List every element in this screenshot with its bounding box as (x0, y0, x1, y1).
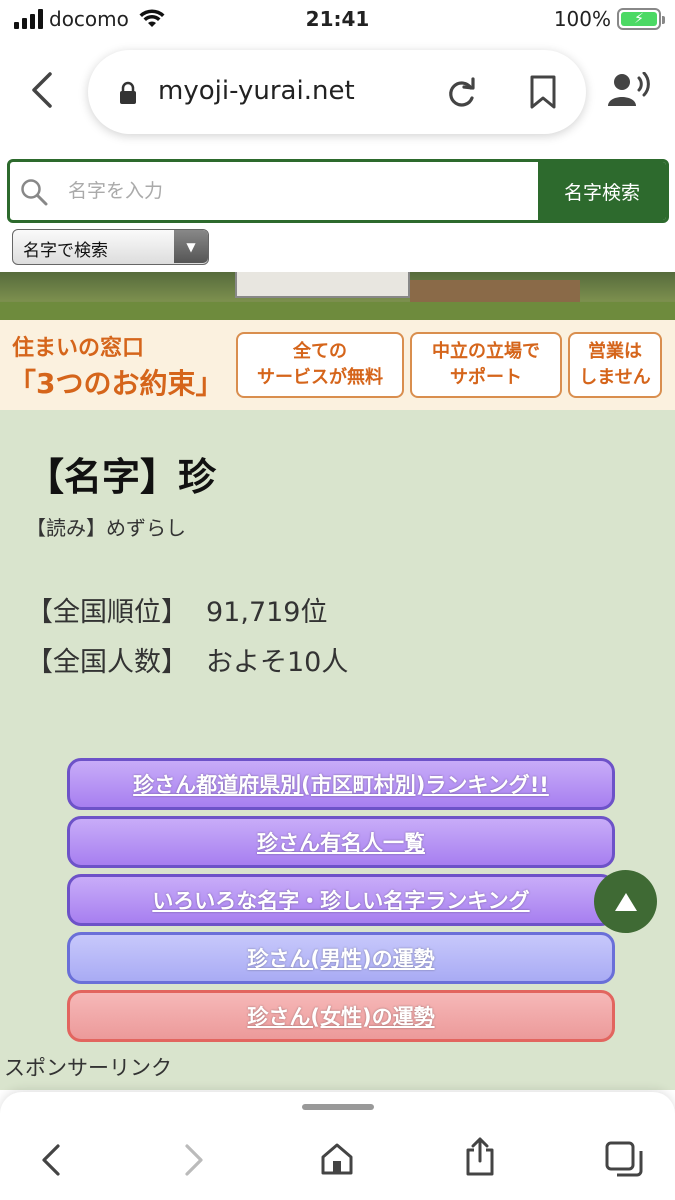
rank-value: 91,719位 (206, 597, 328, 628)
link-male-fortune[interactable]: 珍さん(男性)の運勢 (67, 932, 615, 984)
count-value: およそ10人 (206, 647, 349, 678)
national-count: 【全国人数】 およそ10人 (26, 640, 348, 679)
ad-box-text: 中立の立場で (432, 341, 540, 362)
url-text: myoji-yurai.net (158, 76, 355, 106)
triangle-up-icon (614, 892, 637, 911)
link-rare-name-ranking[interactable]: いろいろな名字・珍しい名字ランキング (67, 874, 615, 926)
link-famous-people[interactable]: 珍さん有名人一覧 (67, 816, 615, 868)
status-bar: docomo 21:41 100% ⚡ (0, 0, 675, 40)
home-icon[interactable] (320, 1142, 354, 1176)
surname-title: 【名字】珍 (26, 455, 217, 499)
scroll-to-top-button[interactable] (594, 870, 657, 933)
link-prefecture-ranking[interactable]: 珍さん都道府県別(市区町村別)ランキング!! (67, 758, 615, 810)
ad-box-text: サポート (450, 367, 522, 388)
search-box: 名字検索 (7, 159, 669, 223)
ad-banner[interactable]: 住まいの窓口 「3つのお約束」 全ての サービスが無料 中立の立場で サポート … (0, 272, 675, 410)
page-content: 名字検索 名字で検索 ▼ 住まいの窓口 「3つのお約束」 全ての サービスが無料… (0, 150, 675, 1090)
ad-box-no-sales: 営業は しません (568, 332, 662, 398)
dropdown-arrow-icon: ▼ (174, 230, 208, 263)
search-icon (21, 179, 48, 206)
status-right: 100% ⚡ (553, 7, 665, 31)
battery-percent: 100% (553, 7, 611, 31)
ad-box-text: しません (579, 367, 651, 388)
ad-box-text: 営業は (588, 341, 642, 362)
back-arrow-icon[interactable] (22, 68, 62, 112)
sponsor-label: スポンサーリンク (4, 1056, 172, 1080)
ad-box-free: 全ての サービスが無料 (236, 332, 404, 398)
tabs-icon[interactable] (604, 1140, 644, 1178)
share-icon[interactable] (464, 1136, 496, 1176)
browser-toolbar: myoji-yurai.net (0, 40, 675, 150)
ad-promise: 「3つのお約束」 (8, 367, 224, 400)
ad-photo (0, 272, 675, 320)
count-label: 【全国人数】 (26, 647, 188, 678)
ad-strip: 住まいの窓口 「3つのお約束」 全ての サービスが無料 中立の立場で サポート … (0, 320, 675, 410)
bookmark-icon[interactable] (528, 74, 558, 110)
bottom-toolbar (0, 1092, 675, 1200)
national-rank: 【全国順位】 91,719位 (26, 590, 327, 629)
link-female-fortune[interactable]: 珍さん(女性)の運勢 (67, 990, 615, 1042)
ad-headline: 住まいの窓口 (12, 336, 145, 361)
back-icon[interactable] (38, 1142, 64, 1178)
search-input[interactable] (68, 162, 528, 220)
drag-handle[interactable] (302, 1104, 374, 1110)
search-mode-label: 名字で検索 (23, 241, 108, 261)
voice-reader-icon[interactable] (608, 72, 652, 106)
reload-icon[interactable] (445, 76, 479, 110)
ad-box-text: サービスが無料 (257, 367, 383, 388)
ad-box-neutral: 中立の立場で サポート (410, 332, 562, 398)
forward-icon[interactable] (181, 1142, 207, 1178)
surname-reading: 【読み】めずらし (26, 516, 186, 540)
link-buttons: 珍さん都道府県別(市区町村別)ランキング!! 珍さん有名人一覧 いろいろな名字・… (67, 758, 615, 1048)
address-bar[interactable]: myoji-yurai.net (88, 50, 586, 134)
search-button[interactable]: 名字検索 (538, 162, 666, 220)
rank-label: 【全国順位】 (26, 597, 188, 628)
lock-icon (120, 81, 136, 104)
search-mode-select[interactable]: 名字で検索 ▼ (12, 229, 209, 265)
ad-box-text: 全ての (293, 341, 347, 362)
battery-icon: ⚡ (617, 8, 665, 30)
search-area: 名字検索 名字で検索 ▼ (0, 150, 675, 272)
